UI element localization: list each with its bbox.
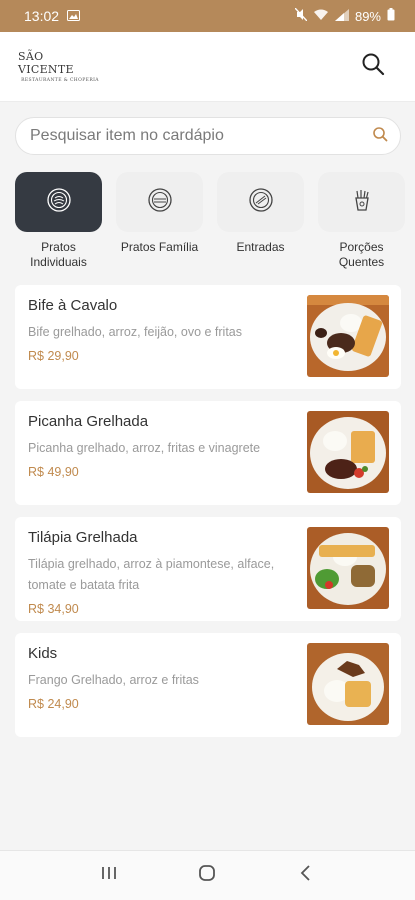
search-icon[interactable]: [372, 126, 388, 147]
category-label: Entradas: [236, 240, 285, 254]
item-price: R$ 34,90: [28, 602, 79, 616]
battery-icon: [387, 8, 395, 24]
search-icon: [361, 52, 385, 81]
food-photo: [307, 295, 389, 377]
home-icon: [198, 864, 216, 887]
menu-search-bar[interactable]: [15, 117, 401, 155]
category-porcoes-quentes[interactable]: Porções Quentes: [318, 172, 405, 272]
food-photo: [307, 527, 389, 609]
category-label: Porções Quentes: [338, 240, 385, 269]
category-tabs: Pratos Individuais Pratos Família Entrad…: [15, 172, 415, 272]
logo-subtitle: RESTAURANTE & CHOPERIA: [21, 78, 99, 83]
back-icon: [299, 864, 313, 887]
logo-text: SÃO VICENTE: [18, 50, 74, 76]
plate-icon: [248, 187, 274, 218]
food-photo: [307, 643, 389, 725]
item-name: Tilápia Grelhada: [28, 529, 138, 546]
menu-item[interactable]: Bife à Cavalo Bife grelhado, arroz, feij…: [15, 285, 401, 389]
menu-list: Bife à Cavalo Bife grelhado, arroz, feij…: [15, 285, 401, 737]
fries-icon: [349, 187, 375, 218]
item-description: Picanha grelhado, arroz, fritas e vinagr…: [28, 441, 261, 455]
restaurant-logo[interactable]: SÃO VICENTE RESTAURANTE & CHOPERIA: [18, 50, 102, 83]
plate-icon: [46, 187, 72, 218]
menu-search-input[interactable]: [30, 127, 350, 145]
menu-item[interactable]: Kids Frango Grelhado, arroz e fritas R$ …: [15, 633, 401, 737]
app-header: SÃO VICENTE RESTAURANTE & CHOPERIA: [0, 32, 415, 102]
item-description: Frango Grelhado, arroz e fritas: [28, 673, 199, 687]
item-price: R$ 49,90: [28, 465, 79, 479]
category-label: Pratos Individuais: [30, 240, 87, 269]
item-description: Bife grelhado, arroz, feijão, ovo e frit…: [28, 325, 243, 339]
recent-apps-button[interactable]: [94, 861, 124, 891]
item-name: Bife à Cavalo: [28, 297, 118, 314]
menu-item[interactable]: Tilápia Grelhada Tilápia grelhado, arroz…: [15, 517, 401, 621]
plate-icon: [147, 187, 173, 218]
back-button[interactable]: [291, 861, 321, 891]
item-price: R$ 29,90: [28, 349, 79, 363]
signal-icon: [334, 8, 349, 24]
category-pratos-individuais[interactable]: Pratos Individuais: [15, 172, 102, 272]
gallery-notification-icon: [67, 8, 81, 24]
battery-level: 89%: [354, 8, 381, 24]
system-navigation-bar: [0, 850, 415, 900]
item-name: Kids: [28, 645, 58, 662]
mute-icon: [294, 7, 308, 24]
menu-item[interactable]: Picanha Grelhada Picanha grelhado, arroz…: [15, 401, 401, 505]
category-pratos-familia[interactable]: Pratos Família: [116, 172, 203, 272]
item-price: R$ 24,90: [28, 697, 79, 711]
wifi-icon: [313, 9, 329, 24]
category-label: Pratos Família: [120, 240, 199, 254]
food-photo: [307, 411, 389, 493]
item-description: Tilápia grelhado, arroz à piamontese, al…: [28, 557, 275, 592]
status-bar: 13:02 89%: [0, 0, 415, 32]
status-time: 13:02: [24, 8, 60, 24]
header-search-button[interactable]: [359, 53, 387, 81]
home-button[interactable]: [192, 861, 222, 891]
item-name: Picanha Grelhada: [28, 413, 149, 430]
recent-apps-icon: [100, 865, 118, 886]
category-entradas[interactable]: Entradas: [217, 172, 304, 272]
